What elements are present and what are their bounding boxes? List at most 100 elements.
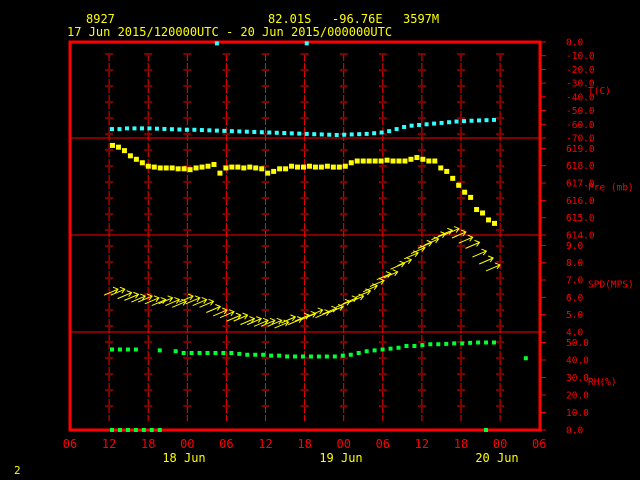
data-point: [132, 126, 137, 131]
x-day-label: 19 Jun: [319, 451, 362, 465]
data-point: [348, 352, 353, 357]
data-point: [480, 210, 486, 216]
data-point: [277, 353, 282, 358]
data-point: [261, 352, 266, 357]
data-point: [364, 131, 369, 136]
y-axis-label: Pre (mb): [588, 183, 634, 194]
data-point: [379, 130, 384, 135]
data-point: [277, 166, 283, 172]
data-point: [417, 122, 422, 127]
x-tick-label: 18: [454, 437, 468, 451]
data-point: [222, 128, 227, 133]
station-id: 8927: [86, 12, 115, 26]
data-point: [169, 165, 175, 171]
data-point: [189, 351, 194, 355]
data-point: [110, 142, 115, 148]
data-point: [301, 164, 306, 170]
y-tick-label: 30.0: [566, 373, 589, 384]
data-point: [477, 118, 482, 123]
data-point: [342, 163, 348, 169]
data-point: [469, 118, 474, 123]
wind-series: [103, 226, 501, 329]
x-tick-label: 12: [415, 437, 429, 451]
data-point: [380, 347, 385, 352]
data-point: [447, 120, 452, 125]
data-point: [217, 170, 223, 176]
data-point-outlier: [304, 41, 309, 46]
y-tick-label: 6.0: [566, 293, 583, 304]
x-axis: 06 12 18 00 06 12 18 00 06 12 18 00 06 18 Jun 19 Jun 20…: [63, 437, 547, 465]
wind-barb: [478, 255, 494, 265]
y-tick-label: 9.0: [566, 241, 583, 252]
data-point: [282, 131, 287, 136]
data-point: [293, 354, 298, 359]
data-point: [241, 165, 247, 171]
data-point: [295, 164, 301, 170]
data-point: [354, 158, 360, 164]
x-tick-label: 00: [336, 437, 350, 451]
y-axis-label: SPD(MPS): [588, 280, 634, 291]
data-point: [366, 158, 372, 164]
y-tick-label: 0.0: [566, 38, 583, 49]
x-tick-label: 06: [63, 437, 77, 451]
data-point: [199, 128, 204, 133]
data-point: [330, 164, 336, 170]
data-point: [133, 156, 139, 162]
data-point: [420, 343, 425, 348]
x-tick-label: 06: [219, 437, 233, 451]
data-point: [121, 148, 127, 154]
y-tick-label: 7.0: [566, 276, 583, 287]
data-point: [213, 351, 218, 355]
data-point: [388, 346, 393, 351]
data-point: [357, 132, 362, 137]
data-point: [444, 341, 449, 346]
y-tick-label: 10.0: [566, 408, 589, 419]
wind-barb: [403, 250, 419, 260]
data-point: [312, 132, 317, 137]
data-point: [327, 132, 332, 137]
data-point: [265, 170, 271, 176]
data-point: [229, 351, 234, 355]
data-point: [117, 127, 122, 132]
wind-barb: [308, 307, 324, 317]
data-point: [139, 160, 145, 166]
data-point: [342, 132, 347, 137]
data-point: [404, 344, 409, 348]
data-point: [154, 126, 159, 131]
x-tick-label: 18: [141, 437, 155, 451]
data-point: [424, 122, 429, 127]
data-point: [394, 127, 399, 132]
data-point: [462, 189, 468, 195]
data-point: [253, 165, 259, 171]
data-point: [267, 130, 272, 135]
data-point: [312, 164, 318, 170]
data-point-outlier: [110, 428, 114, 432]
data-point: [412, 344, 417, 348]
data-point: [133, 347, 138, 352]
data-point: [340, 353, 345, 358]
y-tick-label: -50.0: [566, 106, 595, 117]
data-point: [304, 131, 309, 136]
data-point-outlier: [214, 41, 219, 46]
data-point: [492, 117, 496, 122]
data-point: [283, 166, 289, 172]
data-point: [319, 132, 324, 137]
data-point: [484, 118, 489, 123]
y-tick-label: 8.0: [566, 258, 583, 269]
data-point: [372, 131, 377, 136]
data-point: [289, 131, 294, 136]
data-point: [253, 352, 258, 357]
x-tick-label: 00: [180, 437, 194, 451]
data-point: [237, 129, 242, 134]
pressure-series: [110, 142, 497, 226]
x-day-label: 20 Jun: [475, 451, 518, 465]
data-point: [396, 345, 401, 350]
x-tick-label: 06: [532, 437, 546, 451]
data-point: [197, 351, 202, 355]
data-point: [235, 164, 241, 170]
x-tick-label: 06: [376, 437, 390, 451]
temperature-series: [110, 41, 496, 137]
data-point-outlier: [133, 428, 138, 432]
humidity-series: [110, 340, 528, 432]
data-point: [306, 163, 312, 169]
